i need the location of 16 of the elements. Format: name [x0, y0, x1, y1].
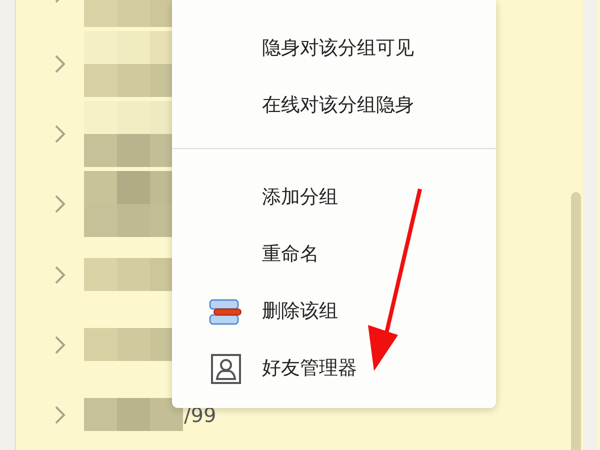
- chevron-icon[interactable]: [54, 334, 66, 355]
- menu-item[interactable]: 重命名: [172, 226, 496, 283]
- menu-item[interactable]: 好友管理器: [172, 340, 496, 397]
- menu-item[interactable]: 删除该组: [172, 283, 496, 340]
- delete-group-icon: [208, 298, 242, 326]
- chevron-icon[interactable]: [54, 194, 66, 214]
- chevron-icon[interactable]: [54, 264, 66, 285]
- menu-item[interactable]: 隐身对该分组可见: [172, 20, 496, 77]
- scrollbar-thumb[interactable]: [571, 192, 581, 450]
- menu-item[interactable]: 在线对该分组隐身: [172, 77, 496, 134]
- chevron-icon[interactable]: [54, 404, 66, 425]
- menu-item[interactable]: 添加分组: [172, 169, 496, 226]
- chevron-icon[interactable]: [54, 54, 66, 74]
- group-label: /99: [184, 402, 216, 429]
- contact-card-icon: [210, 352, 242, 384]
- chevron-icon[interactable]: [54, 124, 66, 144]
